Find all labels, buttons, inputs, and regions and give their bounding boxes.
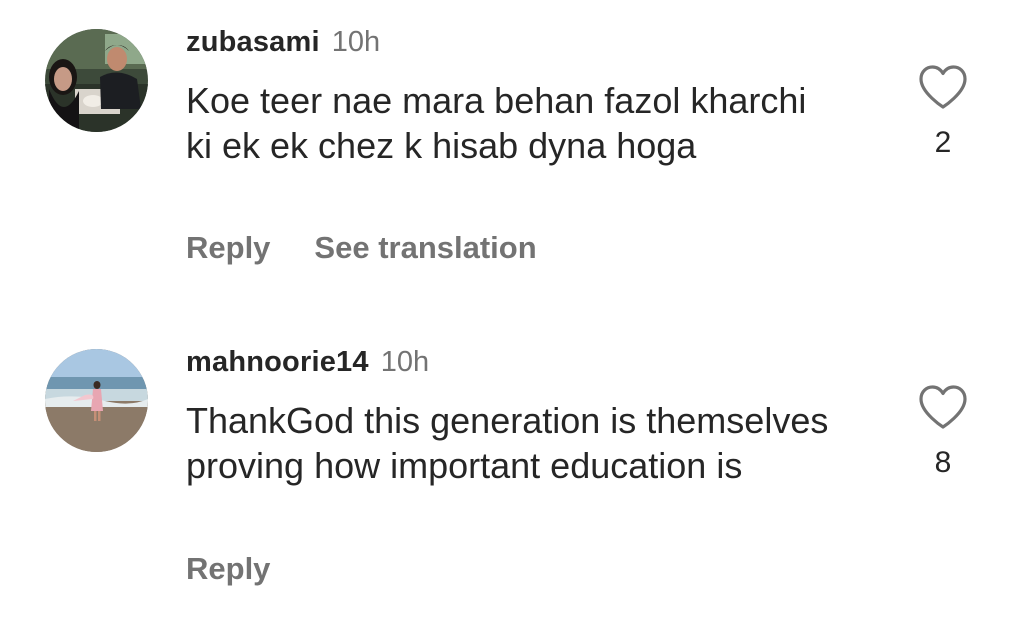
username[interactable]: mahnoorie14: [186, 346, 369, 378]
like-column: 2: [912, 64, 974, 160]
like-column: 8: [912, 384, 974, 480]
avatar[interactable]: [45, 349, 148, 452]
reply-button[interactable]: Reply: [186, 551, 270, 586]
comment-actions: Reply See translation: [186, 228, 537, 268]
comment-text: ThankGod this generation is themselves p…: [186, 400, 829, 486]
comment-item: zubasami 10h Koe teer nae mara behan fazo…: [0, 0, 1024, 300]
avatar[interactable]: [45, 29, 148, 132]
heart-icon[interactable]: [918, 384, 968, 430]
heart-icon[interactable]: [918, 64, 968, 110]
comment-actions: Reply: [186, 549, 314, 589]
username[interactable]: zubasami: [186, 26, 320, 58]
timestamp: 10h: [380, 346, 430, 378]
avatar-beach-photo-icon: [45, 349, 148, 452]
reply-button[interactable]: Reply: [186, 230, 270, 265]
like-count: 8: [934, 446, 952, 479]
timestamp: 10h: [331, 26, 381, 58]
like-count: 2: [934, 126, 952, 159]
comment-text: Koe teer nae mara behan fazol kharchi ki…: [186, 80, 807, 166]
avatar-couple-photo-icon: [45, 29, 148, 132]
comment-meta: zubasami 10h: [186, 25, 380, 59]
see-translation-button[interactable]: See translation: [314, 230, 536, 265]
comment-meta: mahnoorie14 10h: [186, 345, 429, 379]
comment-item: mahnoorie14 10h ThankGod this generation …: [0, 320, 1024, 618]
